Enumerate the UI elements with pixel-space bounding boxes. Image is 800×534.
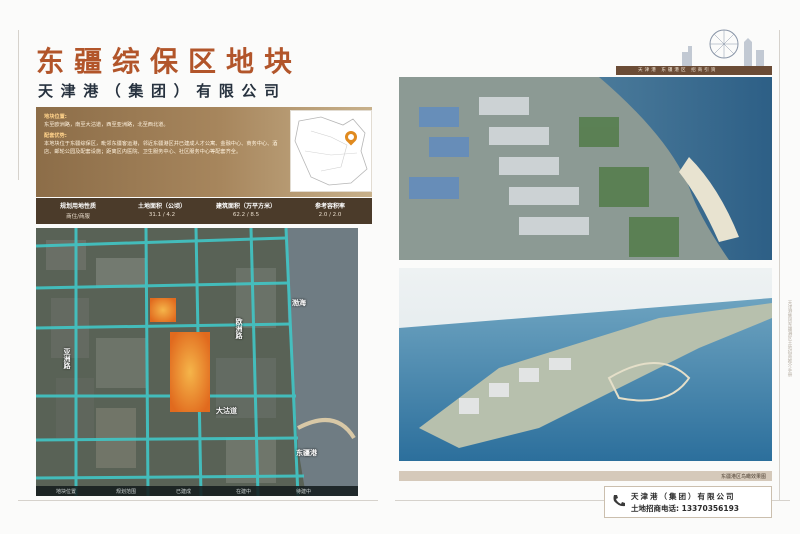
satellite-map: 渤海 亚洲路 欧洲路 大沽道 东疆港 <box>36 228 358 496</box>
advantage-heading: 配套优势: <box>44 133 67 139</box>
aerial-photo-port-graphic <box>399 77 772 260</box>
contact-phone: 13370356193 <box>681 504 740 513</box>
legend-item-2: 规划范围 <box>116 488 137 495</box>
frame-line-left-top <box>18 30 19 180</box>
page-title: 东疆综保区地块 <box>36 45 303 78</box>
company-subtitle: 天津港（集团）有限公司 <box>38 82 287 100</box>
brand-strip-text: 天津港 东疆港区 招商引资 <box>638 68 718 73</box>
aerial-photo-port <box>399 77 772 260</box>
legend-item-5: 待建中 <box>296 488 312 495</box>
table-header-area: 土地面积（公顷） <box>137 203 186 210</box>
plot-large <box>170 332 210 412</box>
info-text: 地块位置: 东至欧洲路，南至大沽道，西至亚洲路，北至西北道。 配套优势: 本地块… <box>44 113 284 156</box>
map-legend: 地块位置 规划范围 已建成 在建中 待建中 <box>36 486 358 496</box>
table-cell-far: 2.0 / 2.0 <box>318 212 342 218</box>
map-label-sea: 渤海 <box>292 299 306 307</box>
location-mini-map <box>290 110 372 192</box>
table-header-use: 规划用地性质 <box>59 203 96 210</box>
photo-caption-bar: 东疆港区鸟瞰效果图 <box>399 471 772 481</box>
advantage-text: 本地块位于东疆综保区，毗邻东疆客运港，邻近东疆港区并已建成人才公寓、金融中心、商… <box>44 141 278 155</box>
skyline-logo-icon <box>682 29 764 66</box>
location-heading: 地块位置: <box>44 114 67 120</box>
phone-icon <box>613 495 625 507</box>
contact-box: 天津港（集团）有限公司 土地招商电话: 13370356193 <box>604 486 772 518</box>
legend-item-4: 在建中 <box>236 488 252 495</box>
brand-strip: 天津港 东疆港区 招商引资 <box>616 66 772 75</box>
aerial-photo-peninsula <box>399 268 772 461</box>
table-cell-area: 31.1 / 4.2 <box>148 212 176 218</box>
contact-phone-label: 土地招商电话: <box>631 504 679 513</box>
table-header-far: 参考容积率 <box>314 203 345 210</box>
contact-company: 天津港（集团）有限公司 <box>631 492 736 501</box>
table-header-building: 建筑面积（万平方米） <box>215 203 276 210</box>
map-label-road-b: 欧洲路 <box>235 318 243 339</box>
map-label-road-a: 亚洲路 <box>63 348 71 369</box>
map-label-road-c: 大沽道 <box>216 407 237 415</box>
table-cell-building: 62.2 / 8.5 <box>232 212 260 218</box>
mini-map-outline <box>294 116 368 186</box>
aerial-photo-peninsula-graphic <box>399 268 772 461</box>
plot-small <box>150 298 176 322</box>
contact-phone-line: 土地招商电话: 13370356193 <box>631 503 739 514</box>
legend-item-3: 已建成 <box>176 488 192 495</box>
frame-line-bottom-left <box>18 500 378 501</box>
map-label-park: 东疆港 <box>296 449 317 457</box>
photo-caption: 东疆港区鸟瞰效果图 <box>720 473 766 480</box>
brochure-page: 东疆综保区地块 天津港（集团）有限公司 地块位置: 东至欧洲路，南至大沽道，西至… <box>0 0 800 534</box>
table-cell-use: 商住/商服 <box>66 214 90 220</box>
location-text: 东至欧洲路，南至大沽道，西至亚洲路，北至西北道。 <box>44 122 169 128</box>
legend-item-1: 地块位置 <box>56 488 77 495</box>
vertical-note: 天津港集团东疆港区土地招商推介手册 <box>787 300 792 377</box>
land-info-table: 规划用地性质 土地面积（公顷） 建筑面积（万平方米） 参考容积率 商住/商服 3… <box>36 198 372 224</box>
frame-line-right-vertical <box>779 30 780 500</box>
